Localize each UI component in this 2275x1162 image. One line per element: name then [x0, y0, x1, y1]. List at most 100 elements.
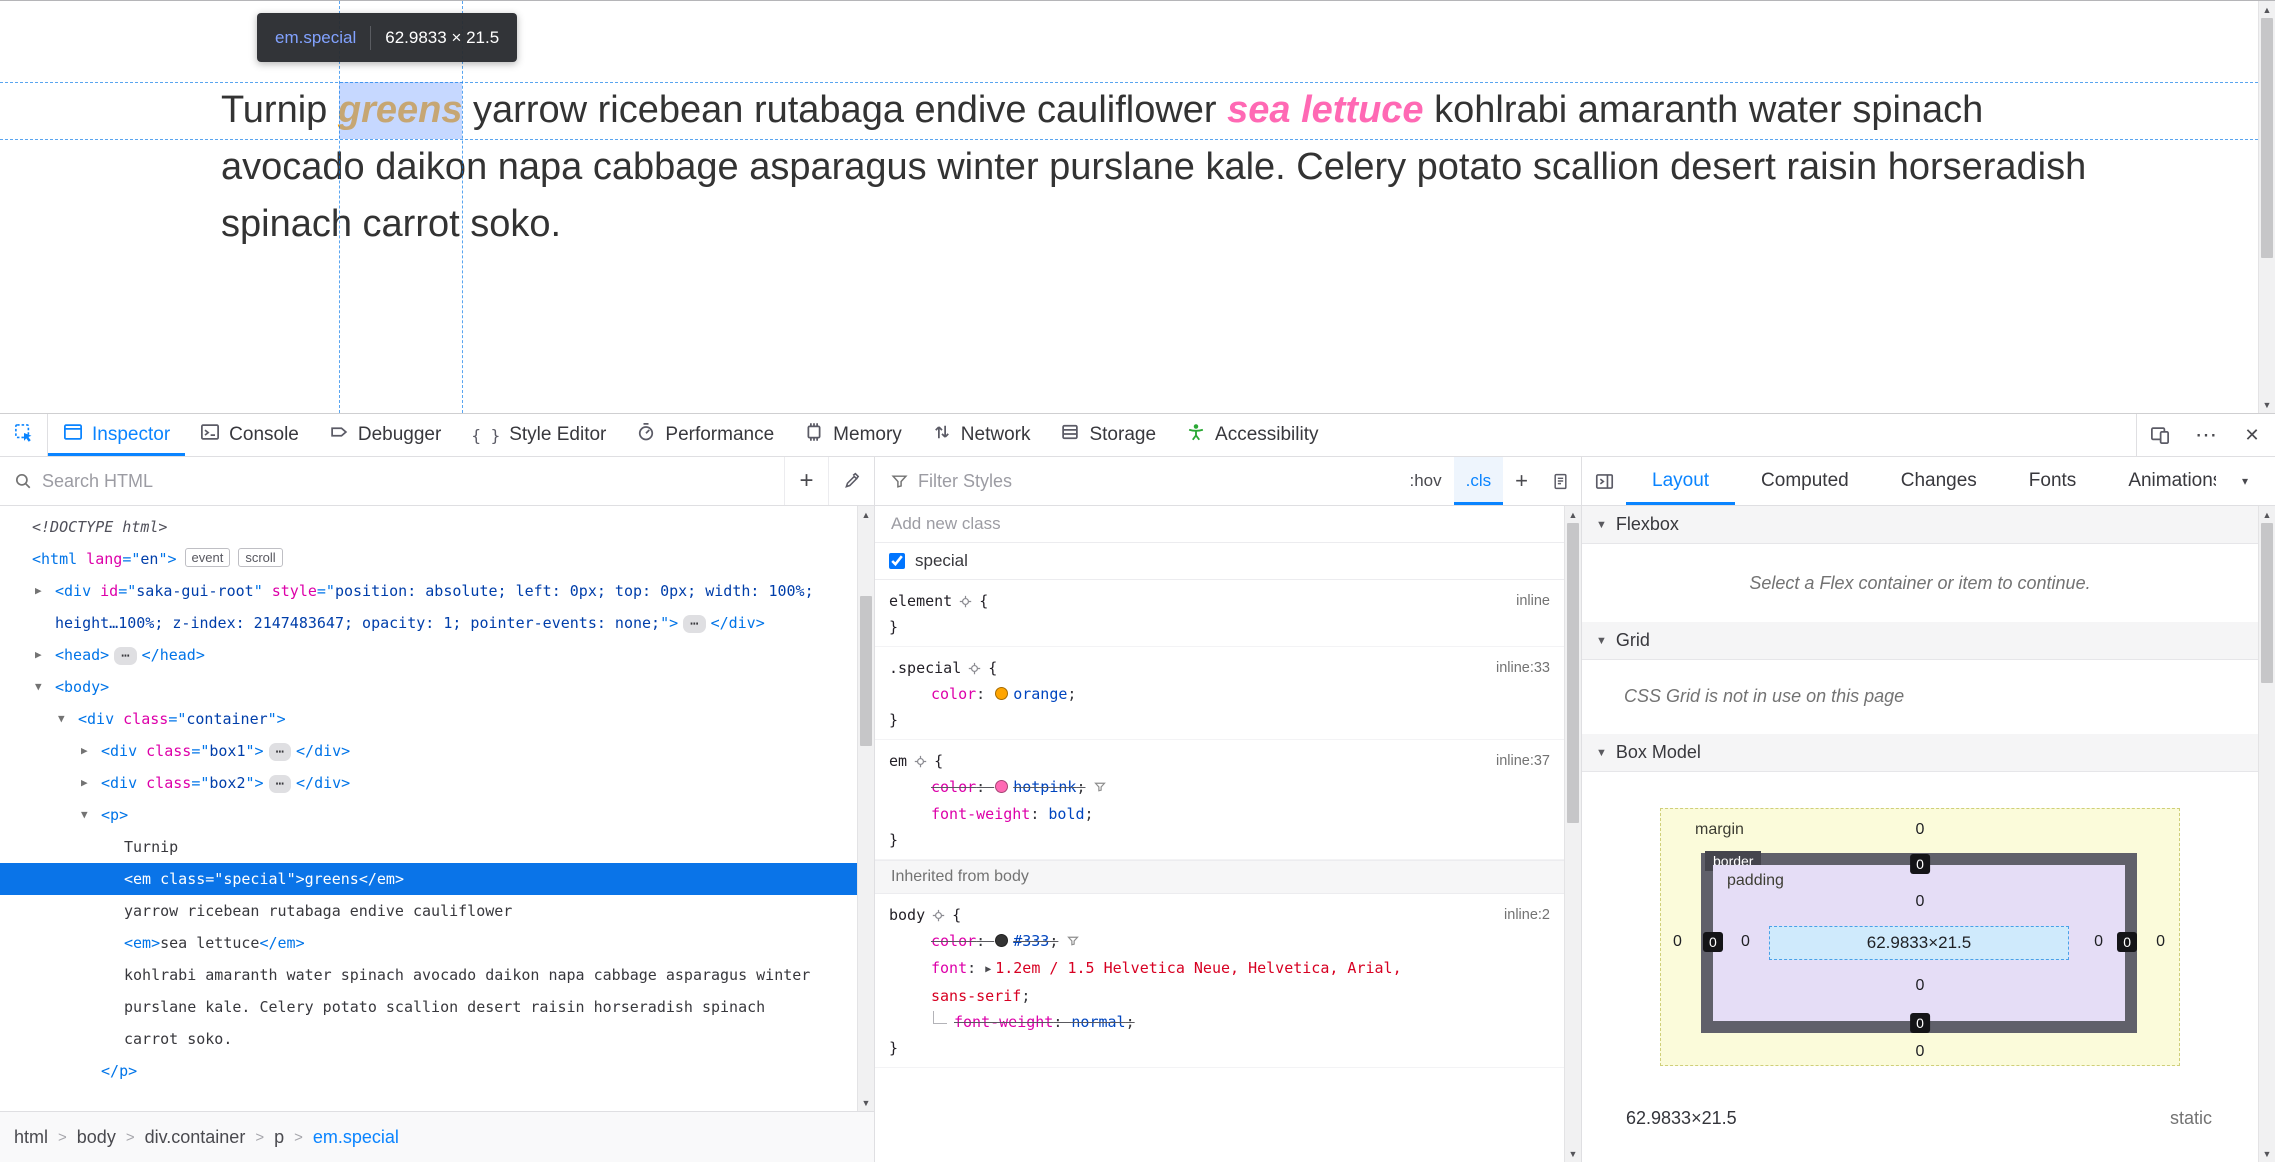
rule-selector[interactable]: body: [889, 902, 925, 928]
add-class-input[interactable]: [891, 514, 1548, 534]
layout-scrollbar[interactable]: ▲ ▼: [2258, 506, 2275, 1162]
css-declaration[interactable]: color: orange;: [889, 681, 1409, 707]
tab-console[interactable]: Console: [185, 414, 314, 456]
scroll-down-arrow[interactable]: ▼: [1565, 1145, 1581, 1162]
border-left-value[interactable]: 0: [1703, 932, 1723, 952]
scrollbar-thumb[interactable]: [2261, 523, 2273, 683]
scroll-down-arrow[interactable]: ▼: [858, 1094, 874, 1111]
close-devtools-icon[interactable]: ✕: [2229, 414, 2275, 456]
rule-source-link[interactable]: inline:2: [1504, 902, 1550, 928]
padding-right-value[interactable]: 0: [2094, 933, 2103, 951]
expand-twisty-icon[interactable]: ▼: [81, 799, 88, 831]
markup-node[interactable]: ▼ <div class="container">: [0, 703, 874, 735]
scroll-up-arrow[interactable]: ▲: [2259, 506, 2275, 523]
tab-inspector[interactable]: Inspector: [48, 414, 185, 456]
grid-section-header[interactable]: ▼ Grid: [1582, 622, 2258, 660]
scrollbar-thumb[interactable]: [860, 596, 872, 746]
scroll-up-arrow[interactable]: ▲: [2259, 1, 2275, 18]
breadcrumb-item[interactable]: p: [274, 1127, 284, 1148]
border-bottom-value[interactable]: 0: [1910, 1013, 1930, 1033]
scrollbar-thumb[interactable]: [1567, 523, 1579, 823]
expand-twisty-icon[interactable]: ▶: [81, 735, 88, 767]
css-declaration[interactable]: font: ▶ 1.2em / 1.5 Helvetica Neue, Helve…: [889, 955, 1409, 1009]
markup-node[interactable]: </p>: [0, 1055, 874, 1087]
eyedropper-icon[interactable]: [828, 457, 874, 505]
rules-scrollbar[interactable]: ▲ ▼: [1564, 506, 1581, 1162]
breadcrumb-item[interactable]: div.container: [145, 1127, 246, 1148]
markup-node[interactable]: kohlrabi amaranth water spinach avocado …: [0, 959, 874, 1055]
tab-memory[interactable]: Memory: [789, 414, 917, 456]
css-declaration[interactable]: font-weight: normal;: [889, 1009, 1409, 1035]
tab-performance[interactable]: Performance: [621, 414, 789, 456]
markup-node-selected[interactable]: <em class="special">greens</em>: [0, 863, 874, 895]
breadcrumb-item[interactable]: body: [77, 1127, 116, 1148]
padding-left-value[interactable]: 0: [1741, 933, 1750, 951]
node-badge[interactable]: scroll: [238, 548, 283, 567]
border-top-value[interactable]: 0: [1910, 854, 1930, 874]
meatball-menu-icon[interactable]: ⋯: [2183, 414, 2229, 456]
expand-twisty-icon[interactable]: ▼: [35, 671, 42, 703]
tab-changes[interactable]: Changes: [1875, 457, 2003, 505]
markup-node[interactable]: <!DOCTYPE html>: [0, 511, 874, 543]
expand-twisty-icon[interactable]: ▶: [81, 767, 88, 799]
rule-source-link[interactable]: inline:37: [1496, 748, 1550, 774]
scroll-up-arrow[interactable]: ▲: [1565, 506, 1581, 523]
class-toggle-button[interactable]: .cls: [1453, 457, 1504, 505]
scroll-up-arrow[interactable]: ▲: [858, 506, 874, 523]
css-declaration[interactable]: font-weight: bold;: [889, 801, 1409, 827]
selector-highlighter-icon[interactable]: [914, 755, 927, 768]
markup-node[interactable]: ▶ <div id="saka-gui-root" style="position…: [0, 575, 874, 639]
tab-overflow-icon[interactable]: ▾: [2232, 474, 2258, 488]
add-node-button[interactable]: +: [784, 457, 828, 505]
box-model-content-region[interactable]: 62.9833×21.5: [1769, 926, 2069, 960]
collapsed-children-icon[interactable]: ⋯: [114, 647, 137, 665]
padding-bottom-value[interactable]: 0: [1916, 977, 1925, 995]
rule-selector[interactable]: em: [889, 748, 907, 774]
margin-right-value[interactable]: 0: [2156, 933, 2165, 951]
rule-source-link[interactable]: inline:33: [1496, 655, 1550, 681]
margin-bottom-value[interactable]: 0: [1916, 1043, 1925, 1061]
tab-accessibility[interactable]: Accessibility: [1171, 414, 1333, 456]
markup-node[interactable]: ▶ <head> ⋯ </head>: [0, 639, 874, 671]
markup-node[interactable]: ▶ <div class="box1"> ⋯ </div>: [0, 735, 874, 767]
border-right-value[interactable]: 0: [2117, 932, 2137, 952]
css-declaration[interactable]: color: #333;: [889, 928, 1409, 955]
expand-twisty-icon[interactable]: ▶: [35, 639, 42, 671]
scroll-down-arrow[interactable]: ▼: [2259, 1145, 2275, 1162]
collapsed-children-icon[interactable]: ⋯: [268, 775, 291, 793]
breadcrumb-item[interactable]: html: [14, 1127, 48, 1148]
markup-node[interactable]: <em>sea lettuce</em>: [0, 927, 874, 959]
responsive-design-mode-icon[interactable]: [2137, 414, 2183, 456]
markup-node[interactable]: yarrow ricebean rutabaga endive cauliflo…: [0, 895, 874, 927]
selector-highlighter-icon[interactable]: [968, 662, 981, 675]
page-scrollbar[interactable]: ▲ ▼: [2258, 1, 2275, 413]
rule-source-link[interactable]: inline: [1516, 588, 1550, 614]
breadcrumb-item[interactable]: em.special: [313, 1127, 399, 1148]
css-declaration[interactable]: color: hotpink;: [889, 774, 1409, 801]
shorthand-expander-icon[interactable]: ▶: [985, 957, 991, 983]
markup-node[interactable]: Turnip: [0, 831, 874, 863]
search-html-input[interactable]: [42, 470, 784, 492]
sidebar-toggle-icon[interactable]: [1582, 457, 1626, 505]
tab-style-editor[interactable]: { } Style Editor: [456, 414, 621, 456]
scrollbar-thumb[interactable]: [2261, 18, 2273, 258]
collapsed-children-icon[interactable]: ⋯: [683, 615, 706, 633]
tab-debugger[interactable]: Debugger: [314, 414, 456, 456]
tab-computed[interactable]: Computed: [1735, 457, 1875, 505]
flexbox-section-header[interactable]: ▼ Flexbox: [1582, 506, 2258, 544]
box-model-section-header[interactable]: ▼ Box Model: [1582, 734, 2258, 772]
scroll-down-arrow[interactable]: ▼: [2259, 396, 2275, 413]
expand-twisty-icon[interactable]: ▼: [58, 703, 65, 735]
rule-selector[interactable]: .special: [889, 655, 961, 681]
filter-styles-input[interactable]: [918, 470, 1398, 492]
expand-twisty-icon[interactable]: ▶: [35, 575, 42, 607]
color-swatch[interactable]: [995, 934, 1009, 947]
markup-node[interactable]: ▼ <body>: [0, 671, 874, 703]
color-swatch[interactable]: [995, 687, 1009, 700]
overridden-filter-icon[interactable]: [1067, 933, 1080, 951]
tab-layout[interactable]: Layout: [1626, 457, 1735, 505]
tab-fonts[interactable]: Fonts: [2003, 457, 2103, 505]
color-swatch[interactable]: [995, 780, 1009, 793]
stylesheet-icon[interactable]: [1540, 457, 1581, 505]
selector-highlighter-icon[interactable]: [932, 909, 945, 922]
